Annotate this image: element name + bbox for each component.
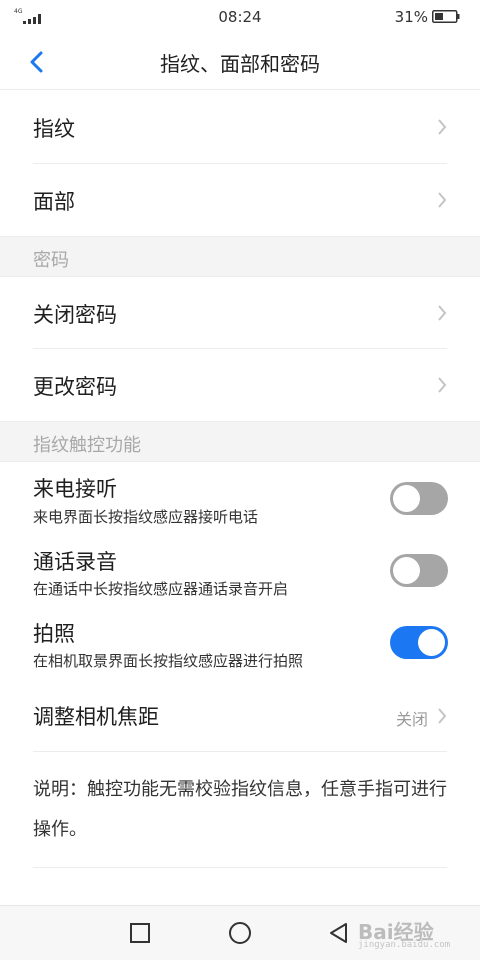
home-circle-icon <box>229 922 251 944</box>
change-password-row[interactable]: 更改密码 <box>0 349 480 421</box>
battery-percent: 31% <box>394 8 428 26</box>
section-title: 密码 <box>33 250 69 271</box>
face-row[interactable]: 面部 <box>0 164 480 236</box>
row-label: 拍照 <box>33 622 75 646</box>
watermark: Bai经验 jingyan.baidu.com <box>354 914 450 952</box>
row-label: 调整相机焦距 <box>33 705 159 729</box>
row-description: 来电界面长按指纹感应器接听电话 <box>33 508 259 526</box>
chevron-right-icon <box>438 192 447 208</box>
row-label: 指纹 <box>33 117 75 141</box>
row-label: 通话录音 <box>33 550 117 574</box>
recents-button[interactable] <box>125 918 155 948</box>
section-header-password: 密码 <box>0 236 480 277</box>
fingerprint-row[interactable]: 指纹 <box>0 91 480 164</box>
chevron-right-icon <box>438 119 447 135</box>
app-header: 指纹、面部和密码 <box>0 34 480 90</box>
divider <box>33 751 447 752</box>
page-title: 指纹、面部和密码 <box>160 52 320 76</box>
chevron-right-icon <box>438 377 447 393</box>
chevron-right-icon <box>438 305 447 321</box>
row-label: 面部 <box>33 190 75 214</box>
nav-back-button[interactable] <box>325 918 355 948</box>
status-bar: 4G 08:24 31% <box>0 0 480 34</box>
answer-call-row: 来电接听 来电界面长按指纹感应器接听电话 <box>0 462 480 535</box>
divider <box>33 867 447 868</box>
row-description: 在通话中长按指纹感应器通话录音开启 <box>33 580 289 598</box>
back-triangle-icon <box>330 923 347 943</box>
toggle-knob <box>393 557 420 584</box>
close-password-row[interactable]: 关闭密码 <box>0 277 480 349</box>
camera-focus-row[interactable]: 调整相机焦距 关闭 <box>0 679 480 752</box>
toggle-knob <box>418 629 445 656</box>
toggle-knob <box>393 485 420 512</box>
call-record-toggle[interactable] <box>390 554 448 587</box>
row-label: 来电接听 <box>33 477 117 501</box>
recents-square-icon <box>130 923 150 943</box>
photo-toggle[interactable] <box>390 626 448 659</box>
section-title: 指纹触控功能 <box>33 435 141 456</box>
navigation-bar: Bai经验 jingyan.baidu.com <box>0 905 480 960</box>
answer-call-toggle[interactable] <box>390 482 448 515</box>
battery-icon <box>432 10 460 23</box>
row-label: 更改密码 <box>33 375 117 399</box>
chevron-right-icon <box>438 708 447 724</box>
section-header-touch: 指纹触控功能 <box>0 421 480 462</box>
home-button[interactable] <box>225 918 255 948</box>
info-note: 说明：触控功能无需校验指纹信息，任意手指可进行操作。 <box>33 779 447 840</box>
row-label: 关闭密码 <box>33 303 117 327</box>
row-value: 关闭 <box>395 710 428 729</box>
watermark-url: jingyan.baidu.com <box>358 940 451 950</box>
call-record-row: 通话录音 在通话中长按指纹感应器通话录音开启 <box>0 535 480 607</box>
photo-row: 拍照 在相机取景界面长按指纹感应器进行拍照 <box>0 607 480 679</box>
row-description: 在相机取景界面长按指纹感应器进行拍照 <box>33 652 304 670</box>
